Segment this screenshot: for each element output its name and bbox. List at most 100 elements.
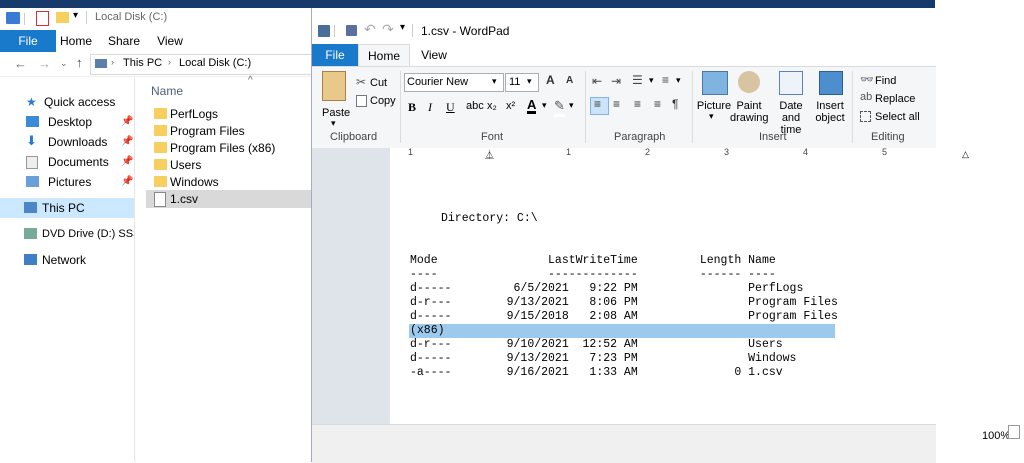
copy-button[interactable]: Copy [370, 95, 396, 107]
bold-icon[interactable]: B [408, 100, 416, 115]
select-all-button[interactable]: Select all [875, 111, 920, 123]
paste-button[interactable]: Paste [322, 107, 350, 119]
italic-icon[interactable]: I [428, 100, 432, 115]
chevron-down-icon[interactable]: ▾ [649, 75, 654, 86]
list-item[interactable]: PerfLogs [146, 105, 311, 123]
nav-item-downloads[interactable]: ⬇ Downloads 📌 [0, 132, 134, 152]
scissors-icon[interactable]: ✂ [356, 75, 366, 89]
paint-drawing-button[interactable]: Paint drawing [730, 100, 769, 124]
redo-icon[interactable]: ↷ [382, 21, 394, 38]
subscript-icon[interactable]: x₂ [487, 100, 497, 112]
nav-label: Network [42, 253, 87, 267]
file-list: Name ^ PerfLogs Program Files Program Fi… [146, 75, 311, 462]
paste-icon[interactable] [322, 71, 346, 101]
chevron-down-icon[interactable]: ▾ [709, 111, 714, 122]
underline-icon[interactable]: U [446, 100, 455, 115]
right-indent-marker[interactable]: △ [962, 149, 969, 160]
list-item-selected[interactable]: 1.csv [146, 190, 311, 208]
paragraph-settings-icon[interactable]: ¶ [672, 97, 678, 111]
font-family-select[interactable]: Courier New ▾ [404, 73, 504, 92]
tab-home[interactable]: Home [358, 44, 410, 66]
nav-item-dvd-drive[interactable]: DVD Drive (D:) SSS_X6 [0, 224, 134, 244]
column-header-name[interactable]: Name [151, 84, 183, 98]
paint-palette-icon[interactable] [738, 71, 760, 93]
tab-file[interactable]: File [312, 44, 358, 66]
list-item[interactable]: Users [146, 156, 311, 174]
picture-button[interactable]: Picture [696, 100, 732, 112]
strikethrough-icon[interactable]: abc [466, 100, 484, 112]
pin-icon[interactable]: 📌 [121, 132, 133, 152]
shrink-font-icon[interactable]: A [566, 75, 573, 86]
picture-icon[interactable] [702, 71, 728, 95]
tab-file[interactable]: File [0, 30, 56, 52]
nav-item-quick-access[interactable]: ★ Quick access [0, 92, 134, 112]
bullets-icon[interactable]: ☰ [632, 73, 643, 87]
forward-arrow-icon[interactable]: → [38, 56, 51, 71]
back-arrow-icon[interactable]: ← [14, 56, 27, 71]
chevron-down-icon[interactable]: ▾ [569, 100, 574, 111]
document-line: Mode LastWriteTime Length Name [410, 254, 776, 267]
quick-access-toolbar-dropdown-icon[interactable]: ▾ [73, 10, 78, 21]
paste-dropdown-icon[interactable]: ▾ [331, 118, 336, 129]
pin-icon[interactable]: 📌 [121, 112, 133, 132]
tab-share[interactable]: Share [104, 30, 144, 52]
properties-icon[interactable] [36, 11, 49, 26]
address-field[interactable]: › This PC › Local Disk (C:) [90, 54, 322, 75]
up-arrow-icon[interactable]: ↑ [76, 55, 83, 70]
replace-icon[interactable]: ab [860, 91, 872, 103]
pin-icon[interactable]: 📌 [121, 152, 133, 172]
sort-chevron-up-icon[interactable]: ^ [248, 75, 253, 86]
increase-indent-icon[interactable]: ⇥ [611, 74, 621, 88]
chevron-right-icon[interactable]: › [111, 57, 114, 67]
list-item[interactable]: Program Files (x86) [146, 139, 311, 157]
save-icon[interactable] [346, 25, 357, 36]
tab-home[interactable]: Home [56, 30, 96, 52]
breadcrumb-local-disk[interactable]: Local Disk (C:) [179, 57, 251, 69]
align-center-icon[interactable]: ≡ [613, 97, 620, 111]
insert-object-icon[interactable] [819, 71, 843, 95]
list-item[interactable]: Windows [146, 173, 311, 191]
align-right-icon[interactable]: ≡ [634, 97, 641, 111]
highlighter-icon[interactable]: ✎ [554, 98, 565, 117]
nav-item-desktop[interactable]: Desktop 📌 [0, 112, 134, 132]
cut-button[interactable]: Cut [370, 77, 387, 89]
font-size-select[interactable]: 11 ▾ [505, 73, 539, 92]
copy-icon[interactable] [356, 95, 367, 107]
justify-icon[interactable]: ≡ [654, 97, 661, 111]
decrease-indent-icon[interactable]: ⇤ [592, 74, 602, 88]
pin-icon[interactable]: 📌 [121, 172, 133, 192]
superscript-icon[interactable]: x² [506, 100, 515, 112]
recent-locations-chevron-icon[interactable]: ⌄ [60, 58, 68, 69]
group-separator [400, 71, 401, 143]
document-area[interactable]: Directory: C:\ Mode LastWriteTime Length… [390, 160, 936, 424]
nav-item-documents[interactable]: Documents 📌 [0, 152, 134, 172]
wordpad-ribbon: Paste ▾ ✂ Cut Copy Clipboard Courier New… [312, 66, 936, 150]
calendar-icon[interactable] [779, 71, 803, 95]
nav-item-network[interactable]: Network [0, 250, 134, 270]
zoom-out-icon[interactable] [1008, 425, 1020, 439]
find-button[interactable]: Find [875, 75, 896, 87]
pane-divider[interactable] [134, 78, 135, 462]
new-folder-icon[interactable] [56, 12, 69, 23]
chevron-down-icon[interactable]: ▾ [542, 100, 547, 111]
undo-icon[interactable]: ↶ [364, 21, 376, 38]
line-spacing-icon[interactable]: ≡ [662, 73, 669, 87]
quick-access-toolbar-dropdown-icon[interactable]: ▾ [400, 22, 405, 33]
grow-font-icon[interactable]: A [546, 73, 555, 87]
binoculars-icon[interactable]: 👓 [860, 73, 874, 86]
tab-view[interactable]: View [150, 30, 190, 52]
text-color-icon[interactable]: A [527, 98, 537, 114]
chevron-down-icon[interactable]: ▾ [492, 76, 497, 87]
chevron-down-icon[interactable]: ▾ [527, 76, 532, 87]
nav-item-pictures[interactable]: Pictures 📌 [0, 172, 134, 192]
chevron-down-icon[interactable]: ▾ [676, 75, 681, 86]
nav-item-this-pc[interactable]: This PC [0, 198, 134, 218]
list-item[interactable]: Program Files [146, 122, 311, 140]
replace-button[interactable]: Replace [875, 93, 915, 105]
tab-view[interactable]: View [414, 44, 454, 66]
chevron-right-icon[interactable]: › [168, 57, 171, 67]
breadcrumb-this-pc[interactable]: This PC [123, 57, 162, 69]
ruler-number: 1 [566, 147, 572, 157]
insert-object-button[interactable]: Insert object [812, 100, 848, 124]
select-all-icon[interactable] [860, 111, 871, 122]
